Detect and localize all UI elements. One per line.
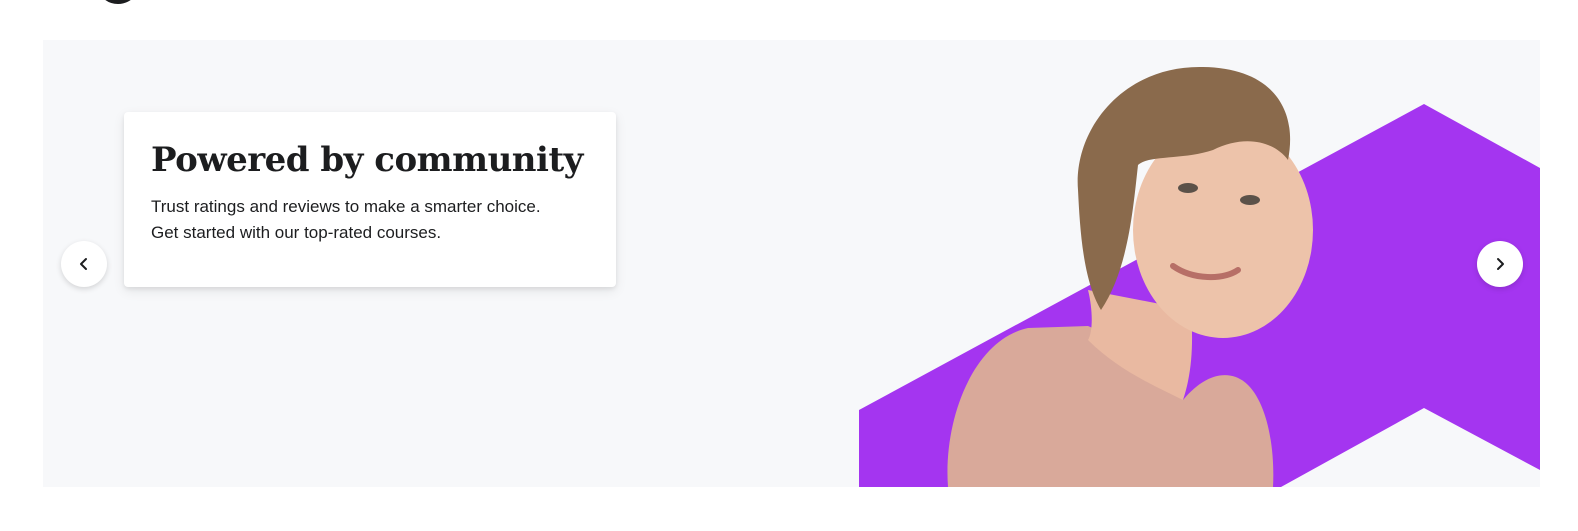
- person-eye-left: [1178, 183, 1198, 193]
- promo-card: Powered by community Trust ratings and r…: [124, 112, 616, 287]
- hero-carousel: Powered by community Trust ratings and r…: [43, 40, 1540, 487]
- promo-description: Trust ratings and reviews to make a smar…: [151, 194, 589, 246]
- carousel-next-button[interactable]: [1477, 241, 1523, 287]
- logo-partial: [96, 0, 140, 4]
- promo-title: Powered by community: [151, 140, 583, 180]
- chevron-left-icon: [80, 258, 87, 270]
- promo-description-line-2: Get started with our top-rated courses.: [151, 223, 442, 242]
- promo-description-line-1: Trust ratings and reviews to make a smar…: [151, 197, 541, 216]
- chevron-right-icon: [1497, 258, 1504, 270]
- carousel-prev-button[interactable]: [61, 241, 107, 287]
- person-eye-right: [1240, 195, 1260, 205]
